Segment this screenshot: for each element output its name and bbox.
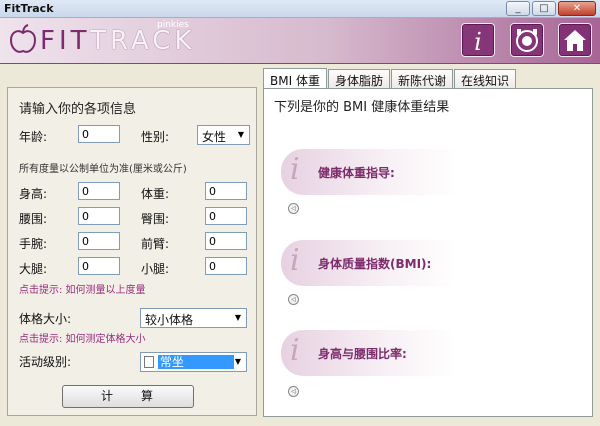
gender-value: 女性 — [202, 130, 227, 144]
gender-label: 性别: — [141, 130, 170, 144]
tab-bar: BMI 体重 身体脂肪 新陈代谢 在线知识 — [263, 68, 517, 88]
card-label: 身高与腰围比率: — [318, 347, 407, 361]
card-label: 健康体重指导: — [318, 166, 395, 180]
waist-input[interactable] — [78, 207, 120, 225]
frame-value: 较小体格 — [145, 313, 194, 327]
results-title: 下列是你的 BMI 健康体重结果 — [274, 100, 450, 115]
form-title: 请输入你的各项信息 — [19, 102, 137, 117]
forearm-label: 前臂: — [141, 237, 170, 251]
tab-online-knowledge[interactable]: 在线知识 — [453, 69, 516, 88]
frame-select[interactable]: 较小体格 ▼ — [140, 308, 247, 328]
info-icon: i — [474, 28, 482, 56]
hip-label: 臀围: — [141, 212, 170, 226]
minimize-button[interactable]: _ — [506, 1, 530, 16]
waist-label: 腰围: — [19, 212, 48, 226]
height-label: 身高: — [19, 187, 48, 201]
chevron-down-icon: ▼ — [234, 357, 242, 366]
thigh-input[interactable] — [78, 257, 120, 275]
height-input[interactable] — [78, 182, 120, 200]
wrist-input[interactable] — [78, 232, 120, 250]
app-header: FITTRACK pinkies i — [0, 18, 600, 64]
info-icon: i — [290, 333, 300, 368]
window-title: FitTrack — [4, 2, 54, 15]
tab-bmi[interactable]: BMI 体重 — [263, 68, 327, 88]
calf-label: 小腿: — [141, 262, 170, 276]
home-icon — [564, 30, 586, 51]
expand-icon[interactable]: ◁ — [288, 294, 299, 305]
tab-metabolism[interactable]: 新陈代谢 — [390, 69, 453, 88]
expand-icon[interactable]: ◁ — [288, 203, 299, 214]
brand-logo: FITTRACK — [40, 26, 196, 56]
wrist-label: 手腕: — [19, 237, 48, 251]
info-icon: i — [290, 152, 300, 187]
thigh-label: 大腿: — [19, 262, 48, 276]
weight-label: 体重: — [141, 187, 170, 201]
brand-track: TRACK — [90, 26, 196, 56]
close-button[interactable]: ✕ — [558, 1, 596, 16]
maximize-button[interactable]: □ — [532, 1, 556, 16]
age-label: 年龄: — [19, 130, 48, 144]
chevron-down-icon: ▼ — [237, 130, 245, 139]
apple-logo-icon — [9, 24, 37, 53]
unit-note: 所有度量以公制单位为准(厘米或公斤) — [19, 164, 187, 175]
info-button[interactable]: i — [461, 23, 495, 57]
brand-fit: FIT — [40, 26, 91, 56]
window-controls: _ □ ✕ — [506, 1, 596, 16]
activity-select[interactable]: 常坐 ▼ — [140, 352, 247, 372]
color-swatch — [144, 355, 154, 368]
results-panel: 下列是你的 BMI 健康体重结果 i 健康体重指导: ◁ i 身体质量指数(BM… — [263, 88, 593, 417]
frame-label: 体格大小: — [19, 312, 72, 326]
age-input[interactable] — [78, 125, 120, 143]
info-icon: i — [290, 243, 300, 278]
activity-label: 活动级别: — [19, 355, 72, 369]
tab-body-fat[interactable]: 身体脂肪 — [327, 69, 390, 88]
bmi-card: i 身体质量指数(BMI): — [281, 240, 456, 286]
chevron-down-icon: ▼ — [234, 313, 242, 322]
waist-ratio-card: i 身高与腰围比率: — [281, 330, 456, 376]
calculate-button[interactable]: 计算 — [62, 385, 194, 408]
card-label: 身体质量指数(BMI): — [318, 257, 432, 271]
brand-sub: pinkies — [157, 20, 189, 30]
gender-select[interactable]: 女性 ▼ — [197, 125, 250, 145]
meal-icon — [516, 29, 538, 52]
measure-hint-link[interactable]: 点击提示: 如何测量以上度量 — [19, 281, 146, 296]
svg-text:i: i — [474, 28, 482, 56]
forearm-input[interactable] — [205, 232, 247, 250]
home-button[interactable] — [558, 23, 592, 57]
healthy-weight-card: i 健康体重指导: — [281, 149, 456, 195]
title-bar: FitTrack _ □ ✕ — [0, 0, 600, 18]
frame-hint-link[interactable]: 点击提示: 如何测定体格大小 — [19, 330, 146, 345]
expand-icon[interactable]: ◁ — [288, 386, 299, 397]
hip-input[interactable] — [205, 207, 247, 225]
input-panel: 请输入你的各项信息 年龄: 性别: 女性 ▼ 所有度量以公制单位为准(厘米或公斤… — [7, 87, 257, 416]
weight-input[interactable] — [205, 182, 247, 200]
meal-button[interactable] — [510, 23, 544, 57]
activity-value: 常坐 — [157, 354, 234, 369]
calf-input[interactable] — [205, 257, 247, 275]
